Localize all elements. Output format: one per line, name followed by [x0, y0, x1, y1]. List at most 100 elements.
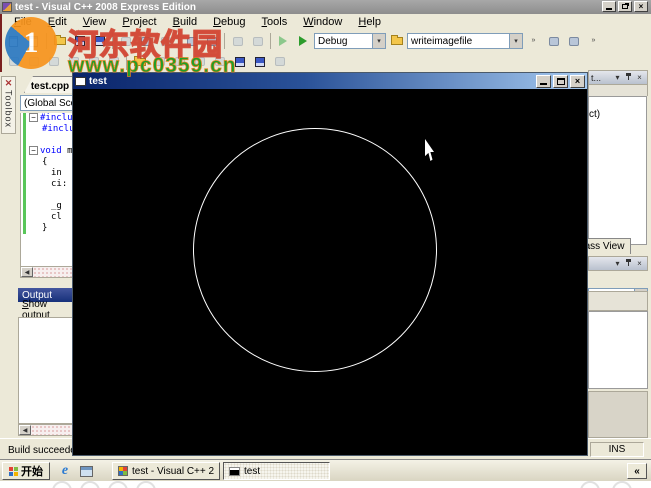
increase-indent-button[interactable]: [104, 53, 123, 71]
previous-bookmark-button[interactable]: [230, 53, 249, 71]
menu-project[interactable]: Project: [114, 15, 164, 29]
taskbar-button-test[interactable]: test: [223, 462, 330, 480]
decrease-indent-button[interactable]: [84, 53, 103, 71]
menu-build[interactable]: Build: [165, 15, 205, 29]
properties-grid[interactable]: [588, 311, 648, 389]
save-button[interactable]: [70, 32, 89, 50]
word-completion-button[interactable]: [64, 53, 83, 71]
code-line: [21, 190, 76, 201]
taskbar-button-vs[interactable]: test - Visual C++ 2008 E...: [112, 462, 220, 480]
code-line: − void m: [21, 146, 76, 157]
toolbar-overflow-button-2[interactable]: »: [584, 32, 603, 50]
parameter-info-button[interactable]: [24, 53, 43, 71]
find-combo[interactable]: writeimagefile ▾: [407, 33, 523, 49]
editor-horizontal-scrollbar[interactable]: ◀: [20, 266, 76, 278]
start-without-debugging-button[interactable]: [274, 32, 293, 50]
window-title: test - Visual C++ 2008 Express Edition: [15, 1, 197, 13]
graphics-canvas: [73, 89, 587, 455]
solution-configurations-value: Debug: [318, 35, 348, 47]
open-file-button[interactable]: [50, 32, 69, 50]
toolbar-overflow-button[interactable]: »: [524, 32, 543, 50]
window-position-chevron-icon[interactable]: ▾: [612, 72, 623, 83]
cut-button[interactable]: [116, 32, 135, 50]
uncomment-button[interactable]: [150, 53, 169, 71]
solution-explorer-tree[interactable]: ct): [588, 96, 647, 245]
output-content[interactable]: [18, 317, 76, 424]
menu-tools[interactable]: Tools: [254, 15, 296, 29]
open-folder-icon: [53, 35, 66, 45]
main-titlebar[interactable]: test - Visual C++ 2008 Express Edition: [0, 0, 651, 14]
clear-bookmarks-button[interactable]: [250, 53, 269, 71]
close-panel-icon[interactable]: ×: [634, 72, 645, 83]
notification-collapse-button[interactable]: «: [627, 463, 647, 479]
code-line: {: [21, 157, 76, 168]
new-project-button[interactable]: [4, 32, 23, 50]
show-desktop-button[interactable]: [78, 463, 94, 479]
menu-help[interactable]: Help: [350, 15, 389, 29]
taskbar-button-vs-label: test - Visual C++ 2008 E...: [132, 465, 214, 477]
graphics-maximize-button[interactable]: [553, 74, 568, 88]
desktop: test - Visual C++ 2008 Express Edition ×…: [0, 0, 651, 488]
redo-button[interactable]: [202, 32, 221, 50]
redo-icon: [206, 36, 217, 46]
find-in-files-button[interactable]: [387, 32, 406, 50]
add-item-button[interactable]: [24, 32, 43, 50]
start-button[interactable]: 开始: [2, 462, 50, 480]
chevron-down-icon[interactable]: ▾: [372, 34, 385, 48]
start-debugging-button[interactable]: [294, 32, 313, 50]
graphics-close-button[interactable]: ×: [570, 74, 585, 88]
auto-hide-pin-icon[interactable]: [623, 258, 634, 269]
fold-minus-icon[interactable]: −: [29, 146, 38, 155]
auto-hide-pin-icon[interactable]: [623, 72, 634, 83]
ie-icon: e: [61, 463, 69, 478]
scope-combo-value: (Global Scop: [24, 97, 75, 109]
bookmarks-window-button[interactable]: [270, 53, 289, 71]
paste-button[interactable]: [156, 32, 175, 50]
code-line: }: [21, 223, 76, 234]
chevron-down-icon[interactable]: ▾: [509, 34, 522, 48]
undo-checkout-button[interactable]: [170, 53, 189, 71]
scroll-left-icon[interactable]: ◀: [19, 425, 31, 435]
build-status-message: Build succeeded: [8, 445, 82, 456]
graphics-window-title: test: [89, 75, 107, 87]
find-symbol-button[interactable]: [544, 32, 563, 50]
navigate-forward-button[interactable]: [248, 32, 267, 50]
properties-panel-header[interactable]: ▾ ×: [588, 256, 648, 271]
quick-info-button[interactable]: [44, 53, 63, 71]
minimize-button[interactable]: [602, 1, 616, 12]
menu-file[interactable]: File: [6, 15, 40, 29]
toggle-bookmark-button[interactable]: [190, 53, 209, 71]
solution-configurations-combo[interactable]: Debug ▾: [314, 33, 386, 49]
bookmark-button[interactable]: [564, 32, 583, 50]
menu-view[interactable]: View: [75, 15, 115, 29]
menu-debug[interactable]: Debug: [205, 15, 253, 29]
output-horizontal-scrollbar[interactable]: ◀: [18, 424, 76, 436]
ie-quicklaunch-button[interactable]: e: [57, 463, 73, 479]
overflow-chevron-icon: »: [591, 37, 596, 45]
toolbox-icon: ✕: [4, 78, 13, 88]
graphics-minimize-button[interactable]: [536, 74, 551, 88]
window-position-chevron-icon[interactable]: ▾: [612, 258, 623, 269]
menu-edit[interactable]: Edit: [40, 15, 75, 29]
fold-minus-icon[interactable]: −: [29, 113, 38, 122]
editor-tab-testcpp[interactable]: test.cpp: [24, 76, 76, 93]
restore-button[interactable]: [618, 1, 632, 12]
toolbox-tab[interactable]: ✕ Toolbox: [1, 76, 16, 134]
close-button[interactable]: ×: [634, 1, 648, 12]
menu-window[interactable]: Window: [295, 15, 350, 29]
close-panel-icon[interactable]: ×: [634, 258, 645, 269]
next-bookmark-button[interactable]: [210, 53, 229, 71]
comment-button[interactable]: [130, 53, 149, 71]
graphics-window-titlebar[interactable]: test ×: [73, 73, 587, 89]
scroll-left-icon[interactable]: ◀: [21, 267, 33, 277]
save-all-button[interactable]: [90, 32, 109, 50]
solution-explorer-header[interactable]: t... ▾ ×: [588, 70, 648, 85]
code-editor[interactable]: − #inclu #inclu − void m { in ci: _g cl }: [20, 113, 76, 266]
copy-button[interactable]: [136, 32, 155, 50]
scope-combo[interactable]: (Global Scop: [20, 95, 76, 111]
visual-studio-icon: [118, 466, 128, 476]
navigate-back-button[interactable]: [228, 32, 247, 50]
undo-button[interactable]: [182, 32, 201, 50]
properties-toolbar: [588, 291, 648, 311]
display-object-member-list-button[interactable]: [4, 53, 23, 71]
